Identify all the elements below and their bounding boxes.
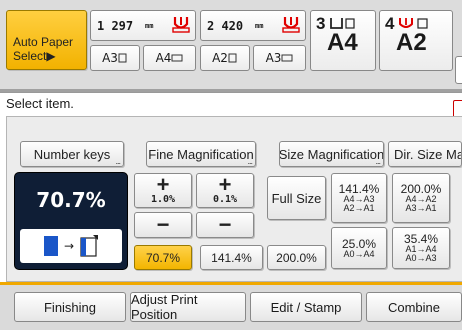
- orientation-indicator: →: [20, 229, 122, 263]
- increase-ratio-1-button[interactable]: + 1.0%: [134, 173, 192, 208]
- quick-ratio-70-label: 70.7%: [145, 250, 181, 265]
- fine-magnification-button[interactable]: Fine Magnification ...: [146, 141, 256, 167]
- preset-141-button[interactable]: 141.4% A4→A3 A2→A1: [331, 173, 387, 223]
- tray-2-size-a3: A3: [265, 51, 282, 65]
- full-size-button[interactable]: Full Size: [267, 176, 326, 220]
- tray-4-button[interactable]: 4 A2: [379, 10, 453, 71]
- size-magnification-label: Size Magnification: [279, 146, 384, 162]
- tray-1-unit: mm: [145, 22, 154, 30]
- full-size-label: Full Size: [271, 190, 322, 206]
- quick-ratio-141-button[interactable]: 141.4%: [200, 245, 263, 270]
- tray-3-size: A4: [327, 29, 358, 56]
- dir-size-mag-label: Dir. Size Mag.: [394, 146, 461, 162]
- portrait-paper-icon: [228, 53, 237, 63]
- tray-2-size-a2: A2: [212, 51, 228, 65]
- tab-edit-stamp[interactable]: Edit / Stamp: [250, 292, 362, 322]
- preset-200-button[interactable]: 200.0% A4→A2 A3→A1: [392, 173, 450, 223]
- auto-paper-select-button[interactable]: Auto Paper Select▶: [6, 10, 87, 70]
- tray-1-size-a4: A4: [155, 51, 172, 65]
- preset-35-button[interactable]: 35.4% A1→A4 A0→A3: [392, 227, 450, 269]
- status-message: Select item.: [6, 96, 74, 111]
- step-1-percent: 1.0%: [150, 194, 176, 205]
- preset-25-button[interactable]: 25.0% A0→A4: [331, 227, 387, 269]
- preset-141-sub2: A2→A1: [343, 203, 375, 213]
- tray-4-size: A2: [396, 29, 427, 56]
- tray-1-size-a4-button[interactable]: A4: [143, 45, 196, 71]
- preset-35-sub2: A0→A3: [405, 253, 437, 263]
- tray-4-number: 4: [385, 14, 395, 33]
- number-keys-label: Number keys: [33, 146, 111, 162]
- tab-finishing-label: Finishing: [43, 299, 97, 315]
- quick-ratio-70-button[interactable]: 70.7%: [134, 245, 192, 270]
- original-paper-icon: [43, 236, 58, 256]
- plus-icon: +: [156, 173, 170, 197]
- fine-magnification-label: Fine Magnification: [148, 146, 254, 162]
- more-options-icon: ...: [247, 156, 252, 166]
- quick-ratio-200-label: 200.0%: [276, 250, 317, 265]
- number-keys-button[interactable]: Number keys ...: [20, 141, 124, 167]
- minus-icon: −: [156, 212, 170, 237]
- tray-2-roll-button[interactable]: 2 420 mm: [200, 10, 306, 41]
- tray-3-button[interactable]: 3 A4: [310, 10, 376, 71]
- landscape-paper-icon: [171, 54, 183, 62]
- roll-paper-icon: [282, 17, 300, 33]
- minus-icon: −: [218, 212, 232, 237]
- preset-25-pct: 25.0%: [341, 236, 377, 251]
- plus-icon: +: [218, 173, 232, 197]
- copy-paper-icon: [80, 235, 99, 257]
- auto-paper-label-line2: Select▶: [13, 49, 56, 63]
- tray-1-size-a3: A3: [102, 51, 118, 65]
- quick-ratio-200-button[interactable]: 200.0%: [267, 245, 326, 270]
- auto-paper-label-line1: Auto Paper: [13, 35, 74, 49]
- landscape-paper-icon: [281, 54, 293, 62]
- increase-ratio-01-button[interactable]: + 0.1%: [196, 173, 254, 208]
- tray-scroll-button[interactable]: [455, 56, 462, 84]
- tray-3-number: 3: [316, 14, 326, 33]
- tray-1-size-a3-button[interactable]: A3: [90, 45, 140, 71]
- tray-2-length: 2 420: [207, 19, 244, 33]
- size-magnification-button[interactable]: Size Magnification ...: [279, 141, 384, 167]
- ratio-value: 70.7%: [36, 188, 106, 212]
- dir-size-mag-button[interactable]: Dir. Size Mag.: [388, 141, 462, 167]
- tray-2-size-a3-button[interactable]: A3: [253, 45, 306, 71]
- decrease-ratio-1-button[interactable]: −: [134, 212, 192, 238]
- preset-25-sub1: A0→A4: [343, 248, 375, 259]
- step-01-percent: 0.1%: [212, 194, 238, 205]
- arrow-right-icon: →: [63, 239, 75, 253]
- tab-finishing[interactable]: Finishing: [14, 292, 126, 322]
- roll-paper-icon: [172, 17, 190, 33]
- preset-200-sub2: A3→A1: [405, 203, 437, 213]
- tab-edit-stamp-label: Edit / Stamp: [270, 299, 342, 315]
- tray-2-unit: mm: [255, 22, 264, 30]
- tray-2-size-a2-button[interactable]: A2: [200, 45, 250, 71]
- tray-1-length: 1 297: [97, 19, 134, 33]
- more-options-icon: ...: [375, 156, 380, 166]
- tab-adjust-print-position-label: Adjust Print Position: [131, 292, 198, 322]
- decrease-ratio-01-button[interactable]: −: [196, 212, 254, 238]
- tab-combine-label: Combine: [387, 299, 441, 315]
- tab-combine[interactable]: Combine: [366, 292, 462, 322]
- tray-1-roll-button[interactable]: 1 297 mm: [90, 10, 196, 41]
- portrait-paper-icon: [118, 53, 127, 63]
- tab-adjust-print-position[interactable]: Adjust Print Position: [130, 292, 246, 322]
- quick-ratio-141-label: 141.4%: [211, 250, 252, 265]
- more-options-icon: ...: [115, 156, 120, 166]
